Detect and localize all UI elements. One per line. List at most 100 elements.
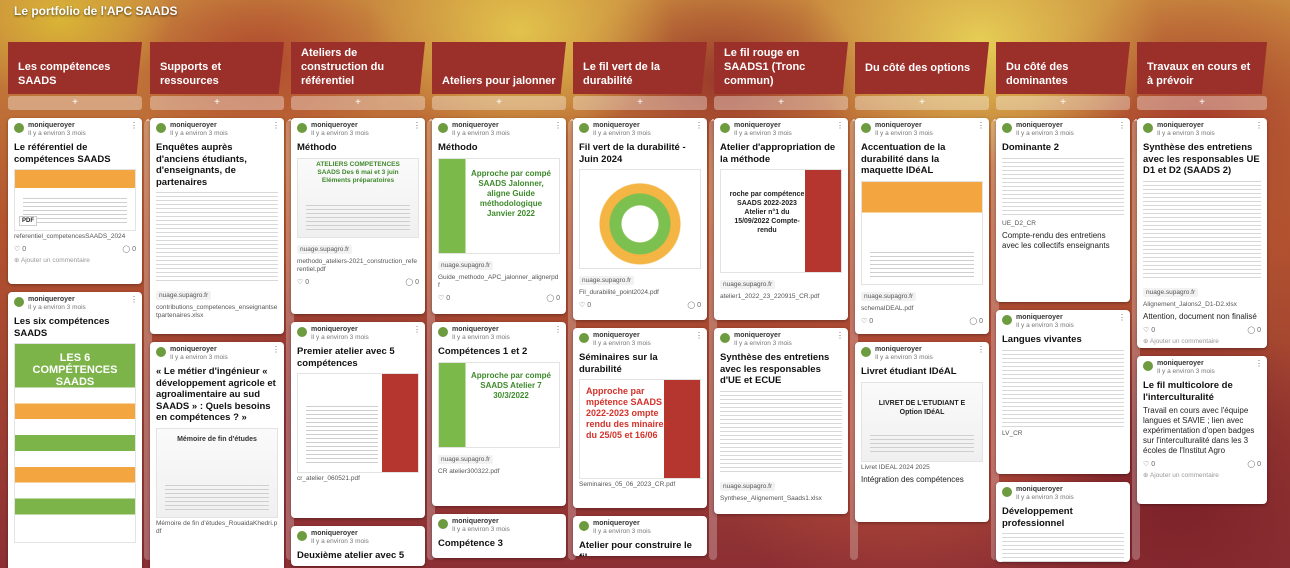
post-card[interactable]: moniqueroyer Il y a environ 3 mois ⋮ Le r… bbox=[8, 118, 142, 284]
card-menu-icon[interactable]: ⋮ bbox=[554, 121, 562, 130]
post-card[interactable]: moniqueroyer Il y a environ 3 mois Atelie… bbox=[573, 516, 707, 556]
card-menu-icon[interactable]: ⋮ bbox=[413, 325, 421, 334]
post-card[interactable]: moniqueroyer Il y a environ 3 mois ⋮ Livr… bbox=[855, 342, 989, 522]
comment-icon[interactable]: ◯ 0 bbox=[1247, 460, 1261, 468]
card-menu-icon[interactable]: ⋮ bbox=[836, 121, 844, 130]
card-description: Intégration des compétences bbox=[861, 474, 964, 484]
attachment-preview[interactable] bbox=[720, 390, 842, 475]
like-icon[interactable]: ♡ 0 bbox=[1143, 460, 1155, 468]
post-card[interactable]: moniqueroyer Il y a environ 3 mois Dévelo… bbox=[996, 482, 1130, 562]
attachment-preview[interactable]: Approche par compé SAADS Atelier 7 30/3/… bbox=[438, 361, 560, 448]
card-menu-icon[interactable]: ⋮ bbox=[1255, 121, 1263, 130]
attachment-preview[interactable] bbox=[297, 373, 419, 473]
add-comment-field[interactable]: ⊕ Ajouter un commentaire bbox=[14, 256, 136, 264]
post-card[interactable]: moniqueroyer Il y a environ 3 mois ⋮ Prem… bbox=[291, 322, 425, 518]
attachment-preview[interactable] bbox=[1002, 349, 1124, 428]
card-menu-icon[interactable]: ⋮ bbox=[977, 121, 985, 130]
card-menu-icon[interactable]: ⋮ bbox=[272, 345, 280, 354]
comment-icon[interactable]: ◯ 0 bbox=[546, 294, 560, 302]
add-post-button[interactable]: + bbox=[855, 96, 989, 110]
attachment-preview[interactable] bbox=[861, 180, 983, 285]
post-card[interactable]: moniqueroyer Il y a environ 3 mois ⋮ Comp… bbox=[432, 322, 566, 506]
comment-icon[interactable]: ◯ 0 bbox=[969, 317, 983, 325]
card-description: Compte-rendu des entretiens avec les col… bbox=[1002, 230, 1110, 250]
card-menu-icon[interactable]: ⋮ bbox=[836, 331, 844, 340]
attachment-preview[interactable]: Approche par compé SAADS Jalonner, align… bbox=[438, 157, 560, 254]
attachment-preview[interactable]: Approche par mpétence SAADS 2022-2023 om… bbox=[579, 379, 701, 479]
post-card[interactable]: moniqueroyer Il y a environ 3 mois Compét… bbox=[432, 514, 566, 558]
like-icon[interactable]: ♡ 0 bbox=[297, 278, 309, 286]
card-menu-icon[interactable]: ⋮ bbox=[554, 325, 562, 334]
post-card[interactable]: moniqueroyer Il y a environ 3 mois ⋮ Fil … bbox=[573, 118, 707, 320]
column-header[interactable]: Le fil vert de la durabilité bbox=[573, 42, 707, 94]
post-card[interactable]: moniqueroyer Il y a environ 3 mois ⋮ Les … bbox=[8, 292, 142, 568]
attachment-domain: nuage.supagro.fr bbox=[720, 280, 776, 289]
like-icon[interactable]: ♡ 0 bbox=[14, 245, 26, 253]
column-header[interactable]: Du côté des dominantes bbox=[996, 42, 1130, 94]
post-card[interactable]: moniqueroyer Il y a environ 3 mois ⋮ Enqu… bbox=[150, 118, 284, 334]
post-card[interactable]: moniqueroyer Il y a environ 3 mois ⋮ Lang… bbox=[996, 310, 1130, 474]
attachment-preview[interactable] bbox=[579, 169, 701, 269]
add-post-button[interactable]: + bbox=[1137, 96, 1267, 110]
card-menu-icon[interactable]: ⋮ bbox=[1118, 313, 1126, 322]
attachment-name: Guide_methodo_APC_jalonner_alignerpdf bbox=[438, 273, 559, 289]
add-post-button[interactable]: + bbox=[714, 96, 848, 110]
post-card[interactable]: moniqueroyer Il y a environ 3 mois ⋮ Le f… bbox=[1137, 356, 1267, 504]
like-icon[interactable]: ♡ 0 bbox=[861, 317, 873, 325]
column-header[interactable]: Le fil rouge en SAADS1 (Tronc commun) bbox=[714, 42, 848, 94]
card-menu-icon[interactable]: ⋮ bbox=[695, 331, 703, 340]
card-menu-icon[interactable]: ⋮ bbox=[413, 121, 421, 130]
attachment-preview[interactable]: LIVRET DE L'ETUDIANT E Option IDéAL bbox=[861, 381, 983, 462]
card-menu-icon[interactable]: ⋮ bbox=[272, 121, 280, 130]
add-post-button[interactable]: + bbox=[291, 96, 425, 110]
column-header[interactable]: Travaux en cours et à prévoir bbox=[1137, 42, 1267, 94]
add-post-button[interactable]: + bbox=[432, 96, 566, 110]
post-card[interactable]: moniqueroyer Il y a environ 3 mois ⋮ Méth… bbox=[291, 118, 425, 314]
card-menu-icon[interactable]: ⋮ bbox=[977, 345, 985, 354]
column-header[interactable]: Ateliers de construction du référentiel bbox=[291, 42, 425, 94]
card-title: Le fil multicolore de l'interculturalité bbox=[1143, 380, 1233, 403]
like-icon[interactable]: ♡ 0 bbox=[438, 294, 450, 302]
post-card[interactable]: moniqueroyer Il y a environ 3 mois ⋮ Sémi… bbox=[573, 328, 707, 508]
attachment-preview[interactable] bbox=[1002, 157, 1124, 218]
post-time: Il y a environ 3 mois bbox=[734, 340, 792, 347]
attachment-preview[interactable] bbox=[1143, 180, 1261, 281]
post-card[interactable]: moniqueroyer Il y a environ 3 mois ⋮ « Le… bbox=[150, 342, 284, 568]
add-comment-field[interactable]: ⊕ Ajouter un commentaire bbox=[1143, 337, 1261, 345]
column-header[interactable]: Du côté des options bbox=[855, 42, 989, 94]
add-post-button[interactable]: + bbox=[150, 96, 284, 110]
attachment-preview[interactable]: Mémoire de fin d'études bbox=[156, 427, 278, 518]
add-post-button[interactable]: + bbox=[996, 96, 1130, 110]
card-menu-icon[interactable]: ⋮ bbox=[695, 121, 703, 130]
card-menu-icon[interactable]: ⋮ bbox=[1255, 359, 1263, 368]
like-icon[interactable]: ♡ 0 bbox=[1143, 326, 1155, 334]
column-header[interactable]: Ateliers pour jalonner bbox=[432, 42, 566, 94]
attachment-preview[interactable] bbox=[156, 192, 278, 284]
attachment-preview[interactable] bbox=[1002, 533, 1124, 562]
attachment-preview[interactable]: LES 6 COMPÉTENCES SAADS bbox=[14, 343, 136, 543]
comment-icon[interactable]: ◯ 0 bbox=[1247, 326, 1261, 334]
column-header[interactable]: Supports et ressources bbox=[150, 42, 284, 94]
post-card[interactable]: moniqueroyer Il y a environ 3 mois ⋮ Synt… bbox=[714, 328, 848, 514]
card-menu-icon[interactable]: ⋮ bbox=[130, 121, 138, 130]
add-comment-field[interactable]: ⊕ Ajouter un commentaire bbox=[1143, 471, 1261, 479]
comment-icon[interactable]: ◯ 0 bbox=[687, 301, 701, 309]
column-header[interactable]: Les compétences SAADS bbox=[8, 42, 142, 94]
card-menu-icon[interactable]: ⋮ bbox=[130, 295, 138, 304]
post-card[interactable]: moniqueroyer Il y a environ 3 mois Deuxiè… bbox=[291, 526, 425, 566]
card-menu-icon[interactable]: ⋮ bbox=[1118, 121, 1126, 130]
post-card[interactable]: moniqueroyer Il y a environ 3 mois ⋮ Acce… bbox=[855, 118, 989, 334]
add-post-button[interactable]: + bbox=[8, 96, 142, 110]
like-icon[interactable]: ♡ 0 bbox=[579, 301, 591, 309]
post-card[interactable]: moniqueroyer Il y a environ 3 mois ⋮ Synt… bbox=[1137, 118, 1267, 348]
attachment-preview[interactable]: ATELIERS COMPETENCES SAADS Des 6 mai et … bbox=[297, 157, 419, 238]
post-card[interactable]: moniqueroyer Il y a environ 3 mois ⋮ Domi… bbox=[996, 118, 1130, 302]
post-card[interactable]: moniqueroyer Il y a environ 3 mois ⋮ Atel… bbox=[714, 118, 848, 320]
post-card[interactable]: moniqueroyer Il y a environ 3 mois ⋮ Méth… bbox=[432, 118, 566, 314]
comment-icon[interactable]: ◯ 0 bbox=[122, 245, 136, 253]
attachment-domain: nuage.supagro.fr bbox=[1143, 287, 1199, 297]
comment-icon[interactable]: ◯ 0 bbox=[405, 278, 419, 286]
attachment-preview[interactable]: roche par compétence SAADS 2022-2023 Ate… bbox=[720, 169, 842, 273]
add-post-button[interactable]: + bbox=[573, 96, 707, 110]
attachment-preview[interactable]: PDF bbox=[14, 169, 136, 231]
